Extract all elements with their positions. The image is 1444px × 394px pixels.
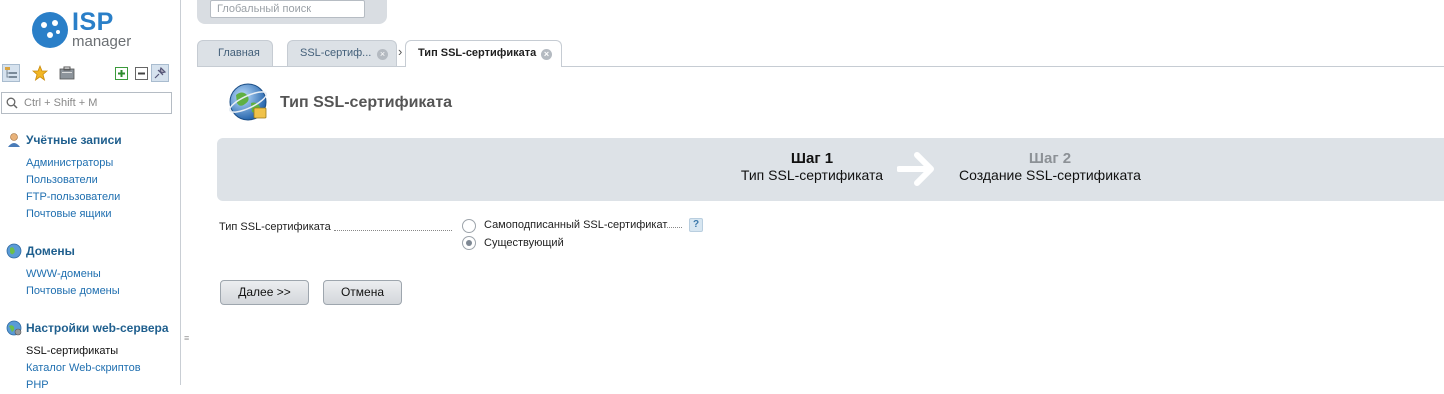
close-tab-icon[interactable]: × — [541, 49, 552, 60]
search-icon — [6, 97, 18, 109]
close-tab-icon[interactable]: × — [377, 49, 388, 60]
sidebar-item-php[interactable]: PHP — [26, 377, 141, 394]
isp-manager-logo[interactable]: ISP manager — [30, 8, 150, 51]
sidebar-group-domains: Домены WWW-домены Почтовые домены — [0, 242, 178, 297]
field-leader-dots — [334, 230, 452, 231]
sidebar-item-www-domains[interactable]: WWW-домены — [26, 266, 120, 283]
sidebar-item-ssl-certificates[interactable]: SSL-сертификаты — [26, 343, 141, 360]
collapse-all-icon[interactable] — [132, 64, 150, 82]
ssl-globe-icon — [228, 83, 268, 121]
option-leader-dots — [667, 227, 682, 228]
radio-self-signed[interactable] — [462, 219, 476, 233]
radio-existing-label[interactable]: Существующий — [484, 237, 564, 249]
tab-home[interactable]: Главная — [197, 40, 273, 66]
step-number: Шаг 1 — [790, 150, 834, 167]
sidebar-group-title: Учётные записи — [26, 133, 122, 147]
globe-icon — [6, 243, 22, 259]
sidebar-group-accounts: Учётные записи Администраторы Пользовате… — [0, 131, 178, 220]
logo-manager-text: manager — [72, 33, 132, 50]
next-button[interactable]: Далее >> — [220, 280, 309, 305]
tab-label: Тип SSL-сертификата — [418, 47, 537, 59]
radio-existing[interactable] — [462, 236, 476, 250]
arrow-right-icon — [897, 152, 934, 186]
sidebar-search-input[interactable] — [24, 95, 164, 111]
sidebar-group-web-server: Настройки web-сервера SSL-сертификаты Ка… — [0, 319, 178, 391]
main-content: Тип SSL-сертификата Шаг 1 Тип SSL-сертиф… — [197, 67, 1444, 385]
breadcrumb-chevron-icon: › — [398, 44, 403, 59]
expand-all-icon[interactable] — [112, 64, 130, 82]
wizard-step-2: Шаг 2 Создание SSL-сертификата — [937, 150, 1163, 183]
ssl-type-field-label: Тип SSL-сертификата — [219, 221, 331, 233]
briefcase-icon[interactable] — [58, 64, 76, 82]
sidebar-search — [1, 92, 172, 114]
top-search-bar — [197, 0, 387, 24]
web-settings-icon — [6, 320, 22, 336]
sidebar-group-domains-header[interactable]: Домены — [0, 242, 178, 262]
tab-label: Главная — [218, 47, 260, 59]
wizard-steps: Шаг 1 Тип SSL-сертификата Шаг 2 Создание… — [217, 138, 1444, 201]
tab-bar: Главная SSL-сертиф... × Тип SSL-сертифик… — [197, 40, 1444, 67]
sidebar-item-ftp-users[interactable]: FTP-пользователи — [26, 189, 120, 206]
sidebar-group-title: Домены — [26, 244, 75, 258]
sidebar-group-title: Настройки web-сервера — [26, 321, 169, 335]
tab-ssl-certificates[interactable]: SSL-сертиф... × — [287, 40, 397, 66]
sidebar-item-mail-domains[interactable]: Почтовые домены — [26, 283, 120, 300]
favorites-star-icon[interactable] — [31, 64, 49, 82]
sidebar: ISP manager Учётные записи — [0, 0, 181, 391]
pin-icon[interactable] — [151, 64, 169, 82]
sidebar-item-users[interactable]: Пользователи — [26, 172, 120, 189]
sidebar-item-mailboxes[interactable]: Почтовые ящики — [26, 206, 120, 223]
sidebar-item-web-scripts[interactable]: Каталог Web-скриптов — [26, 360, 141, 377]
radio-self-signed-label[interactable]: Самоподписанный SSL-сертификат — [484, 219, 667, 231]
cancel-button[interactable]: Отмена — [323, 280, 402, 305]
step-description: Тип SSL-сертификата — [740, 167, 884, 183]
sidebar-toolbar — [2, 64, 178, 84]
tab-label: SSL-сертиф... — [300, 47, 372, 59]
tab-ssl-type[interactable]: Тип SSL-сертификата × — [405, 40, 562, 67]
users-icon — [8, 133, 20, 147]
wizard-step-1: Шаг 1 Тип SSL-сертификата — [712, 150, 912, 183]
sidebar-resize-grip[interactable]: ≡ — [184, 334, 189, 343]
sidebar-group-web-server-header[interactable]: Настройки web-сервера — [0, 319, 178, 339]
step-number: Шаг 2 — [1028, 150, 1072, 167]
step-description: Создание SSL-сертификата — [959, 167, 1141, 183]
global-search-input[interactable] — [210, 0, 365, 18]
logo-mark-icon — [32, 12, 68, 48]
help-icon[interactable]: ? — [689, 218, 703, 232]
sidebar-item-administrators[interactable]: Администраторы — [26, 155, 120, 172]
page-title: Тип SSL-сертификата — [280, 94, 453, 111]
sidebar-group-accounts-header[interactable]: Учётные записи — [0, 131, 178, 151]
tree-view-icon[interactable] — [2, 64, 20, 82]
